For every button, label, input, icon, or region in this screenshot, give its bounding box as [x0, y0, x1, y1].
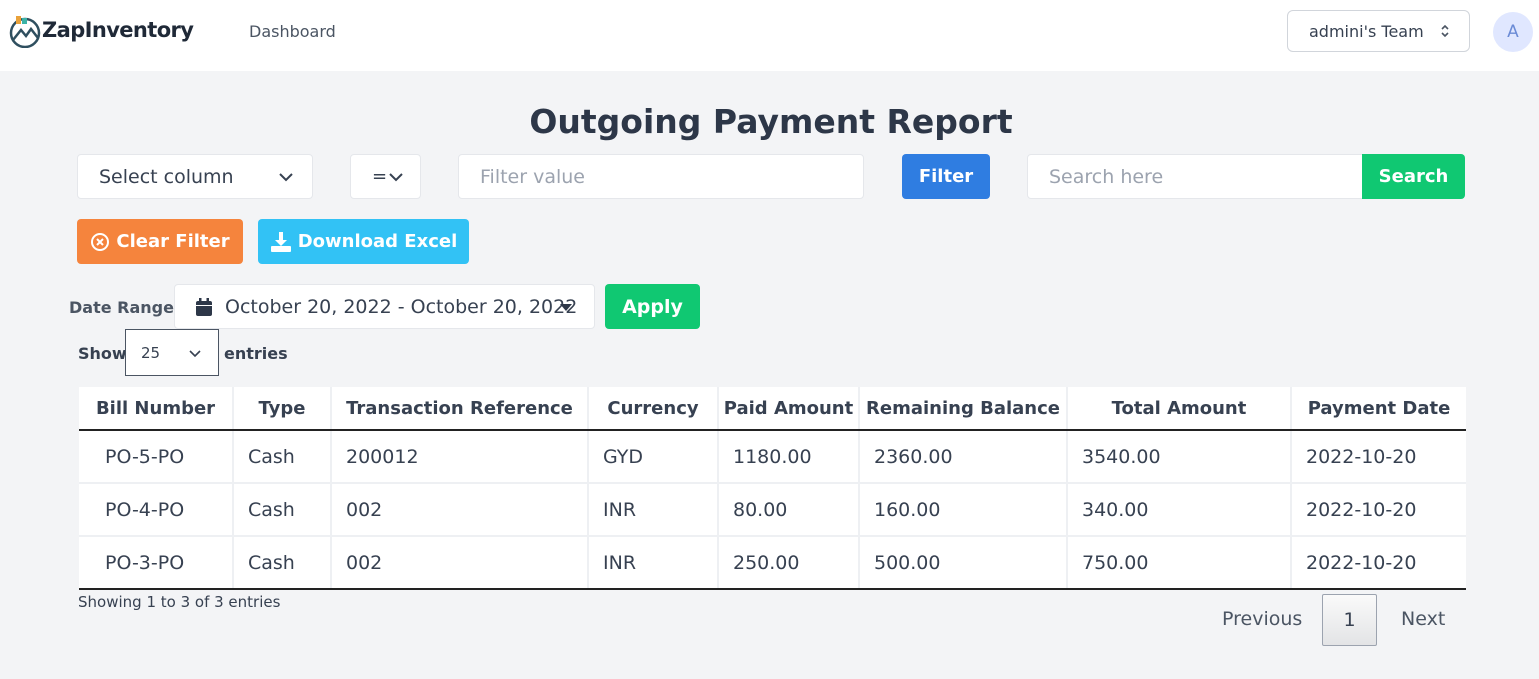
- table-cell: 2022-10-20: [1291, 483, 1466, 537]
- circle-x-icon: [91, 232, 110, 251]
- brand-name[interactable]: ZapInventory: [42, 18, 194, 42]
- column-header[interactable]: Bill Number: [79, 387, 234, 431]
- column-header[interactable]: Total Amount: [1067, 387, 1292, 431]
- column-header[interactable]: Type: [233, 387, 332, 431]
- download-excel-label: Download Excel: [297, 231, 458, 252]
- download-icon: [270, 231, 291, 252]
- table-row: PO-3-PO Cash 002 INR 250.00 500.00 750.0…: [79, 536, 1466, 590]
- column-header[interactable]: Remaining Balance: [859, 387, 1068, 431]
- top-navbar: ZapInventory Dashboard admini's Team A: [0, 0, 1539, 71]
- table-cell: 3540.00: [1067, 430, 1292, 484]
- table-cell: INR: [588, 483, 719, 537]
- table-cell: 1180.00: [718, 430, 860, 484]
- operator-select[interactable]: =: [350, 154, 421, 199]
- filter-button[interactable]: Filter: [902, 154, 990, 199]
- table-cell: 500.00: [859, 536, 1068, 590]
- chevron-down-icon: [389, 173, 403, 182]
- show-label: Show: [78, 344, 127, 363]
- column-select[interactable]: Select column: [77, 154, 313, 199]
- filter-value-input[interactable]: [458, 154, 864, 199]
- table-cell: PO-3-PO: [79, 536, 234, 590]
- table-cell: 002: [331, 483, 589, 537]
- apply-button[interactable]: Apply: [605, 284, 700, 329]
- table-cell: PO-4-PO: [79, 483, 234, 537]
- table-cell: 160.00: [859, 483, 1068, 537]
- zapinventory-logo-icon: [9, 16, 41, 48]
- table-cell: 2022-10-20: [1291, 536, 1466, 590]
- table-info: Showing 1 to 3 of 3 entries: [78, 593, 281, 611]
- table-cell: Cash: [233, 430, 332, 484]
- table-cell: Cash: [233, 536, 332, 590]
- table-row: PO-5-PO Cash 200012 GYD 1180.00 2360.00 …: [79, 430, 1466, 484]
- table-row: PO-4-PO Cash 002 INR 80.00 160.00 340.00…: [79, 483, 1466, 537]
- table-cell: 250.00: [718, 536, 860, 590]
- column-select-value: Select column: [99, 165, 234, 188]
- pagination-page-1[interactable]: 1: [1322, 594, 1377, 646]
- column-header[interactable]: Currency: [588, 387, 719, 431]
- chevron-down-icon: [189, 350, 201, 358]
- operator-value: =: [372, 166, 388, 187]
- date-range-picker[interactable]: October 20, 2022 - October 20, 2022: [174, 284, 595, 329]
- table-header-row: Bill Number Type Transaction Reference C…: [79, 387, 1466, 431]
- download-excel-button[interactable]: Download Excel: [258, 219, 469, 264]
- payment-report-table: Bill Number Type Transaction Reference C…: [79, 387, 1466, 590]
- column-header[interactable]: Transaction Reference: [331, 387, 589, 431]
- table-cell: 80.00: [718, 483, 860, 537]
- search-input[interactable]: [1027, 154, 1363, 199]
- table-cell: Cash: [233, 483, 332, 537]
- team-switcher[interactable]: admini's Team: [1287, 10, 1470, 52]
- caret-down-icon: [560, 304, 572, 311]
- nav-dashboard-link[interactable]: Dashboard: [249, 22, 336, 41]
- pagination-next[interactable]: Next: [1401, 608, 1445, 630]
- entries-per-page-value: 25: [141, 343, 161, 362]
- date-range-value: October 20, 2022 - October 20, 2022: [225, 295, 578, 318]
- date-range-label: Date Range:: [69, 298, 181, 317]
- calendar-icon: [196, 297, 212, 316]
- chevron-down-icon: [279, 173, 293, 182]
- table-cell: 002: [331, 536, 589, 590]
- search-button[interactable]: Search: [1362, 154, 1465, 199]
- table-cell: 750.00: [1067, 536, 1292, 590]
- clear-filter-button[interactable]: Clear Filter: [77, 219, 243, 264]
- clear-filter-label: Clear Filter: [116, 231, 230, 252]
- user-avatar[interactable]: A: [1493, 12, 1533, 52]
- table-cell: INR: [588, 536, 719, 590]
- column-header[interactable]: Payment Date: [1291, 387, 1466, 431]
- table-cell: 340.00: [1067, 483, 1292, 537]
- table-cell: 2022-10-20: [1291, 430, 1466, 484]
- table-cell: 200012: [331, 430, 589, 484]
- entries-label: entries: [224, 344, 288, 363]
- table-cell: GYD: [588, 430, 719, 484]
- pagination-previous[interactable]: Previous: [1222, 608, 1302, 630]
- team-name: admini's Team: [1309, 21, 1424, 41]
- table-cell: 2360.00: [859, 430, 1068, 484]
- entries-per-page-select[interactable]: 25: [125, 329, 219, 376]
- column-header[interactable]: Paid Amount: [718, 387, 860, 431]
- chevron-up-down-icon: [1441, 24, 1449, 38]
- page-title: Outgoing Payment Report: [529, 102, 1013, 141]
- table-cell: PO-5-PO: [79, 430, 234, 484]
